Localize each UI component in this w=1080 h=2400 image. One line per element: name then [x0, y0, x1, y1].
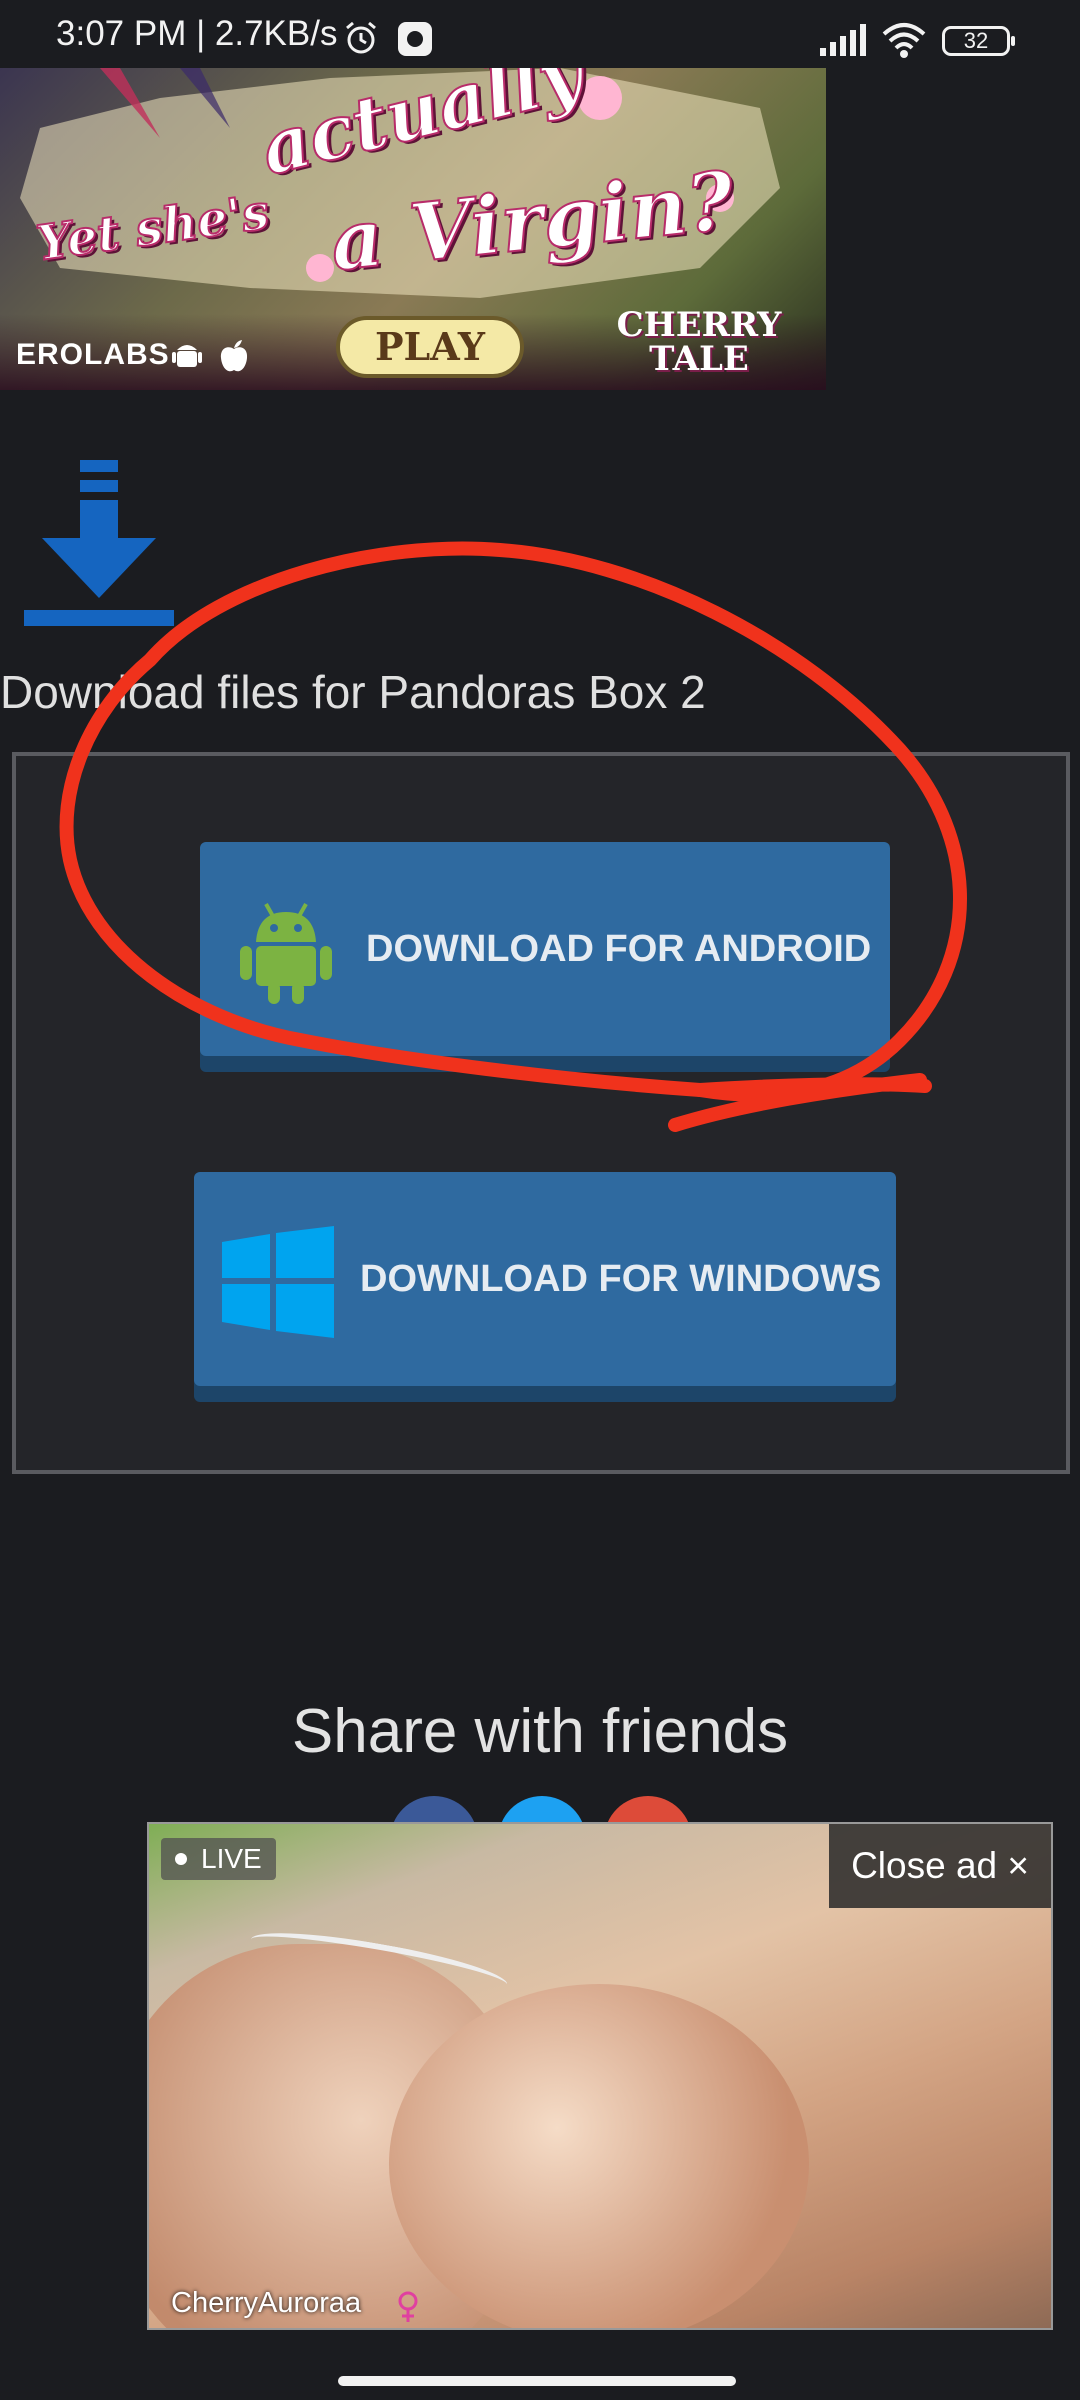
live-badge: LIVE — [161, 1838, 276, 1880]
download-panel: DOWNLOAD FOR ANDROID DOWNLOAD FOR WINDOW… — [12, 752, 1070, 1474]
battery-icon: 32 — [942, 26, 1015, 56]
alarm-icon — [346, 21, 376, 54]
live-label: LIVE — [201, 1843, 262, 1874]
windows-icon — [222, 1226, 334, 1338]
ad-cherry-tale-logo: CHERRY TALE — [604, 308, 794, 376]
gesture-navigation-bar[interactable] — [338, 2376, 736, 2386]
android-icon — [240, 903, 332, 1004]
page-title: Download files for Pandoras Box 2 — [0, 666, 706, 718]
status-time: 3:07 PM | 2.7KB/s — [56, 14, 338, 53]
download-arrow-icon — [24, 460, 174, 626]
status-bar: 3:07 PM | 2.7KB/s 32 — [0, 0, 1080, 68]
ad-play-button[interactable]: PLAY — [336, 316, 524, 378]
ad-brand-erolabs: EROLABS — [16, 338, 170, 371]
video-ad[interactable]: LIVE Close ad × CherryAuroraa — [147, 1822, 1053, 2330]
download-android-label: DOWNLOAD FOR ANDROID — [366, 928, 872, 970]
share-title: Share with friends — [291, 1697, 789, 1766]
ad-logo-line1: CHERRY — [616, 305, 782, 345]
female-symbol-icon — [398, 2291, 418, 2322]
notification-app-icon — [398, 22, 432, 56]
signal-icon — [820, 24, 866, 56]
ad-logo-line2: TALE — [649, 339, 749, 379]
download-windows-label: DOWNLOAD FOR WINDOWS — [360, 1258, 882, 1300]
streamer-name: CherryAuroraa — [171, 2287, 362, 2319]
close-ad-button[interactable]: Close ad × — [829, 1824, 1051, 1908]
video-frame-shape — [389, 1984, 809, 2328]
live-dot-icon — [175, 1853, 187, 1865]
download-android-button[interactable]: DOWNLOAD FOR ANDROID — [200, 842, 890, 1056]
battery-level: 32 — [963, 28, 989, 53]
wifi-icon — [882, 23, 926, 58]
download-windows-button[interactable]: DOWNLOAD FOR WINDOWS — [194, 1172, 896, 1386]
android-store-icon — [172, 345, 202, 367]
top-ad-banner[interactable]: actually Yet she's a Virgin? EROLABS PLA… — [0, 68, 826, 390]
apple-store-icon — [220, 340, 248, 372]
